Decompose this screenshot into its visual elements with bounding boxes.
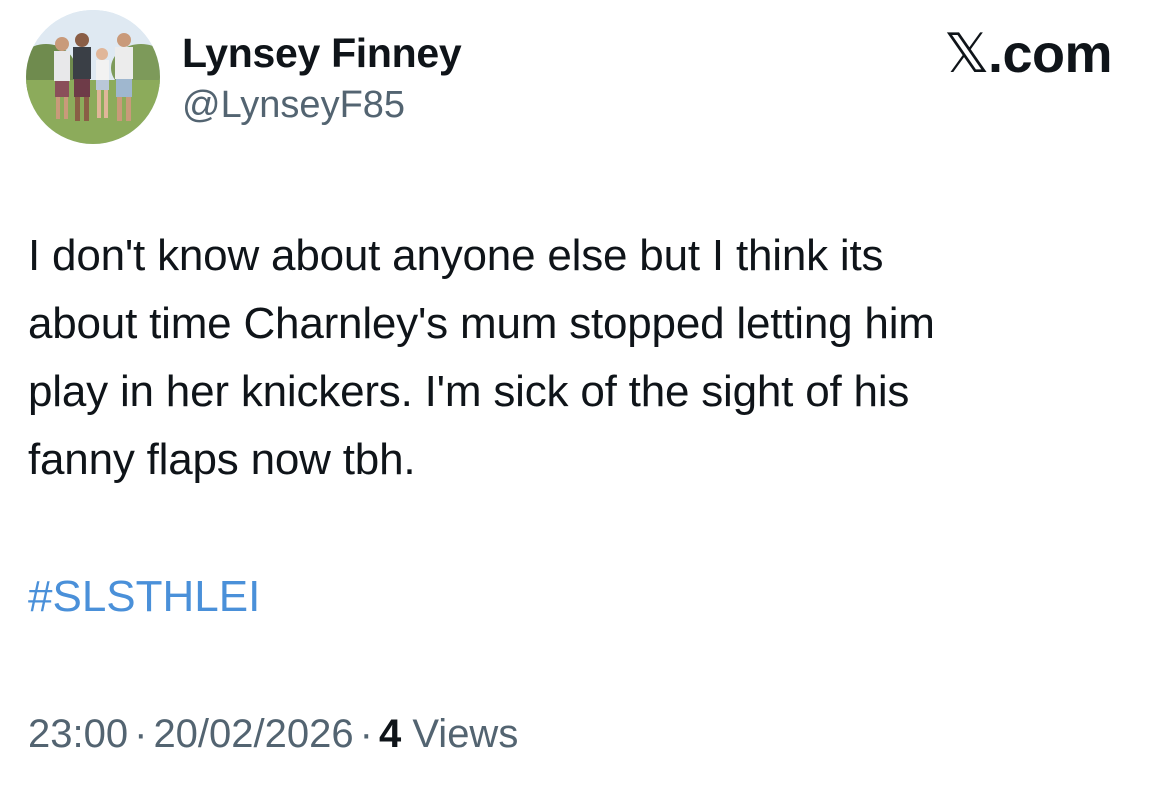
tweet-text-line: fanny flaps now tbh. (28, 435, 416, 484)
views-count[interactable]: 4 (379, 712, 401, 756)
tweet-date[interactable]: 20/02/2026 (153, 712, 353, 756)
x-com-logo: 𝕏.com (943, 22, 1113, 85)
author-avatar[interactable] (26, 10, 160, 144)
tweet-card: Lynsey Finney @LynseyF85 𝕏.com I don't k… (0, 0, 1170, 808)
tweet-meta: 23:00 · 20/02/2026 · 4 Views (28, 712, 518, 757)
author-display-name[interactable]: Lynsey Finney (182, 30, 462, 77)
tweet-text: I don't know about anyone else but I thi… (28, 222, 1138, 494)
tweet-text-line: about time Charnley's mum stopped lettin… (28, 299, 935, 348)
x-logo-icon: 𝕏 (943, 22, 990, 85)
hashtag-link[interactable]: #SLSTHLEI (28, 572, 260, 622)
meta-separator: · (134, 712, 148, 756)
tweet-text-line: I don't know about anyone else but I thi… (28, 231, 884, 280)
tweet-time[interactable]: 23:00 (28, 712, 128, 756)
tweet-text-line: play in her knickers. I'm sick of the si… (28, 367, 910, 416)
avatar-photo (26, 10, 160, 144)
brand-domain-label: .com (987, 24, 1113, 84)
meta-separator: · (359, 712, 373, 756)
author-handle[interactable]: @LynseyF85 (182, 84, 405, 127)
views-label[interactable]: Views (412, 712, 518, 756)
